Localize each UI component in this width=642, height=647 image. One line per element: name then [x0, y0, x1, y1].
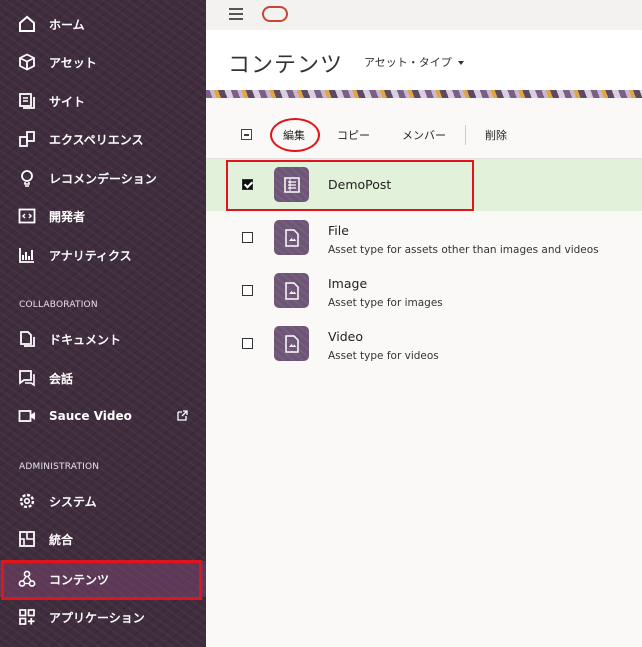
external-link-icon[interactable]: [177, 410, 188, 421]
sidebar-item-assets[interactable]: アセット: [0, 44, 206, 80]
caret-down-icon: [457, 61, 464, 65]
sidebar-item-integration[interactable]: 統合: [0, 521, 206, 557]
sidebar-item-label: アナリティクス: [49, 248, 132, 263]
asset-type-name[interactable]: Image: [328, 276, 367, 291]
delete-button[interactable]: 削除: [485, 127, 507, 143]
sidebar-item-label: コンテンツ: [49, 572, 110, 587]
asset-type-dropdown[interactable]: アセット・タイプ: [364, 54, 464, 70]
list-item[interactable]: Video Asset type for videos: [206, 318, 642, 370]
home-icon: [18, 15, 36, 33]
toolbar: 編集 コピー メンバー 削除: [206, 110, 642, 158]
members-button[interactable]: メンバー: [402, 127, 446, 143]
sidebar-item-label: 統合: [49, 532, 74, 547]
asset-type-description: Asset type for images: [328, 297, 443, 309]
sidebar: ホーム アセット サイト エクスペリエンス レコメンデーション 開発者 アナリテ…: [0, 0, 206, 647]
row-checkbox[interactable]: [242, 285, 253, 296]
list-item[interactable]: File Asset type for assets other than im…: [206, 212, 642, 264]
edit-button[interactable]: 編集: [283, 127, 305, 143]
image-icon: [274, 273, 309, 308]
sidebar-item-label: アセット: [49, 55, 97, 70]
list-item[interactable]: DemoPost: [206, 159, 642, 211]
section-label-administration: ADMINISTRATION: [19, 462, 100, 472]
gear-icon: [18, 492, 36, 510]
oracle-logo[interactable]: [262, 6, 288, 22]
sidebar-item-label: サイト: [49, 94, 86, 109]
sidebar-item-label: レコメンデーション: [49, 171, 157, 186]
sites-icon: [18, 92, 36, 110]
sidebar-item-developer[interactable]: 開発者: [0, 198, 206, 234]
toolbar-divider: [465, 125, 466, 145]
asset-type-description: Asset type for videos: [328, 350, 439, 362]
hamburger-menu-icon[interactable]: [229, 8, 243, 20]
sidebar-item-label: ドキュメント: [49, 332, 122, 347]
sidebar-item-label: ホーム: [49, 17, 85, 32]
asset-type-label: アセット・タイプ: [364, 56, 452, 69]
sidebar-item-applications[interactable]: アプリケーション: [0, 599, 206, 635]
content-icon: [18, 570, 36, 588]
video-file-icon: [274, 326, 309, 361]
sidebar-item-label: Sauce Video: [49, 409, 132, 423]
header-banner: [206, 90, 642, 98]
sidebar-item-label: アプリケーション: [49, 610, 145, 625]
page-header: コンテンツ アセット・タイプ: [206, 30, 642, 90]
experience-icon: [18, 130, 36, 148]
sidebar-item-sauce-video[interactable]: Sauce Video: [0, 398, 206, 434]
sidebar-item-label: 開発者: [49, 209, 86, 224]
page-title: コンテンツ: [228, 53, 344, 78]
asset-type-name[interactable]: DemoPost: [328, 177, 391, 192]
sidebar-item-home[interactable]: ホーム: [0, 6, 206, 42]
sidebar-item-label: システム: [49, 494, 97, 509]
sidebar-item-experience[interactable]: エクスペリエンス: [0, 121, 206, 157]
asset-type-description: Asset type for assets other than images …: [328, 244, 599, 256]
top-bar: [206, 0, 642, 30]
content-type-icon: [274, 167, 309, 202]
cube-icon: [18, 53, 36, 71]
select-all-checkbox[interactable]: [241, 129, 252, 140]
list-item[interactable]: Image Asset type for images: [206, 265, 642, 317]
sidebar-item-sites[interactable]: サイト: [0, 83, 206, 119]
sidebar-item-label: 会話: [49, 371, 74, 386]
video-icon: [18, 407, 36, 425]
apps-icon: [18, 608, 36, 626]
row-checkbox[interactable]: [242, 179, 253, 190]
section-label-collaboration: COLLABORATION: [19, 300, 98, 310]
file-icon: [274, 220, 309, 255]
sidebar-item-system[interactable]: システム: [0, 483, 206, 519]
copy-button[interactable]: コピー: [337, 127, 370, 143]
row-checkbox[interactable]: [242, 338, 253, 349]
conversation-icon: [18, 369, 36, 387]
sidebar-item-analytics[interactable]: アナリティクス: [0, 237, 206, 273]
sidebar-item-recommendations[interactable]: レコメンデーション: [0, 160, 206, 196]
sidebar-item-documents[interactable]: ドキュメント: [0, 321, 206, 357]
lightbulb-icon: [18, 169, 36, 187]
integration-icon: [18, 530, 36, 548]
analytics-icon: [18, 246, 36, 264]
asset-type-name[interactable]: File: [328, 223, 349, 238]
documents-icon: [18, 330, 36, 348]
row-checkbox[interactable]: [242, 232, 253, 243]
code-icon: [18, 207, 36, 225]
sidebar-item-content[interactable]: コンテンツ: [0, 561, 206, 597]
asset-type-name[interactable]: Video: [328, 329, 363, 344]
sidebar-item-conversations[interactable]: 会話: [0, 360, 206, 396]
sidebar-item-label: エクスペリエンス: [49, 132, 144, 147]
